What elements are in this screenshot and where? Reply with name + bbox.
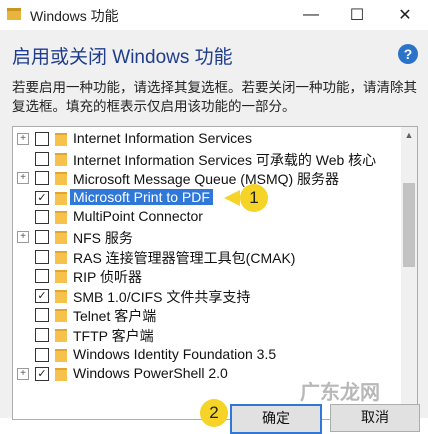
feature-row[interactable]: Internet Information Services 可承载的 Web 核… [13, 149, 401, 169]
window-title: Windows 功能 [30, 8, 119, 24]
feature-row[interactable]: MultiPoint Connector [13, 207, 401, 227]
folder-icon [55, 348, 67, 362]
feature-row[interactable]: ✓ Microsoft Print to PDF [13, 188, 401, 208]
folder-icon [55, 289, 67, 303]
feature-row[interactable]: + Internet Information Services [13, 129, 401, 149]
watermark: 广东龙网 [300, 382, 380, 404]
folder-icon [55, 172, 67, 186]
scrollbar[interactable]: ▲ ▼ [401, 127, 417, 419]
feature-row[interactable]: + Microsoft Message Queue (MSMQ) 服务器 [13, 168, 401, 188]
folder-icon [55, 231, 67, 244]
expand-icon[interactable]: + [17, 231, 29, 243]
folder-icon [55, 309, 67, 323]
title-bar: Windows 功能 — ☐ ✕ [0, 0, 428, 30]
callout-marker-2: 2 [200, 399, 228, 427]
folder-icon [55, 270, 67, 284]
feature-checkbox[interactable] [35, 132, 49, 146]
windows-features-icon [7, 8, 21, 20]
feature-checkbox[interactable]: ✓ [35, 190, 49, 205]
feature-row[interactable]: Windows Identity Foundation 3.5 [13, 345, 401, 365]
expand-icon[interactable]: + [17, 172, 29, 185]
feature-checkbox[interactable] [35, 249, 49, 264]
feature-checkbox[interactable] [35, 328, 49, 342]
folder-icon [55, 329, 67, 342]
feature-label: RAS 连接管理器管理工具包(CMAK) [73, 249, 296, 266]
feature-label: Internet Information Services [73, 130, 252, 146]
expand-icon[interactable]: + [17, 133, 29, 145]
dialog-body: 启用或关闭 Windows 功能 ? 若要启用一种功能，请选择其复选框。若要关闭… [0, 30, 428, 420]
feature-row[interactable]: ✓ SMB 1.0/CIFS 文件共享支持 [13, 286, 401, 306]
feature-label: RIP 侦听器 [73, 269, 142, 286]
feature-checkbox[interactable] [35, 347, 49, 362]
feature-checkbox[interactable] [35, 210, 49, 225]
cancel-button[interactable]: 取消 [330, 404, 420, 432]
feature-checkbox[interactable] [35, 269, 49, 284]
feature-label: Internet Information Services 可承载的 Web 核… [73, 151, 377, 168]
feature-label: Windows PowerShell 2.0 [73, 365, 228, 382]
callout-arrow [224, 190, 240, 206]
feature-row[interactable]: TFTP 客户端 [13, 325, 401, 345]
page-title: 启用或关闭 Windows 功能 [12, 47, 233, 68]
folder-icon [55, 191, 67, 205]
feature-row[interactable]: Telnet 客户端 [13, 305, 401, 325]
callout-marker-1: 1 [240, 184, 268, 212]
folder-icon [55, 152, 67, 166]
feature-checkbox[interactable]: ✓ [35, 288, 49, 303]
folder-icon [55, 211, 67, 225]
feature-checkbox[interactable] [35, 151, 49, 166]
description-text: 若要启用一种功能，请选择其复选框。若要关闭一种功能，请清除其复选框。填充的框表示… [12, 80, 417, 114]
folder-icon [55, 368, 67, 382]
feature-label: TFTP 客户端 [73, 328, 154, 344]
close-button[interactable]: ✕ [382, 0, 428, 30]
feature-row[interactable]: RIP 侦听器 [13, 266, 401, 286]
feature-label: SMB 1.0/CIFS 文件共享支持 [73, 288, 251, 305]
feature-label: Windows Identity Foundation 3.5 [73, 345, 277, 362]
scroll-up-icon[interactable]: ▲ [401, 127, 417, 143]
feature-checkbox[interactable] [35, 171, 49, 186]
maximize-button[interactable]: ☐ [334, 0, 380, 30]
feature-label: MultiPoint Connector [73, 208, 203, 225]
expand-icon[interactable]: + [17, 368, 29, 381]
feature-label: Telnet 客户端 [73, 308, 157, 325]
minimize-button[interactable]: — [288, 0, 334, 30]
feature-checkbox[interactable]: ✓ [35, 367, 49, 382]
feature-label: NFS 服务 [73, 230, 133, 246]
help-icon[interactable]: ? [398, 44, 418, 64]
folder-icon [55, 133, 67, 146]
feature-row[interactable]: + NFS 服务 [13, 227, 401, 247]
folder-icon [55, 250, 67, 264]
feature-checkbox[interactable] [35, 230, 49, 244]
feature-label: Microsoft Print to PDF [70, 188, 213, 205]
scroll-thumb[interactable] [403, 183, 415, 267]
feature-checkbox[interactable] [35, 308, 49, 323]
feature-row[interactable]: RAS 连接管理器管理工具包(CMAK) [13, 247, 401, 267]
ok-button[interactable]: 确定 [230, 404, 322, 434]
feature-label: Microsoft Message Queue (MSMQ) 服务器 [73, 171, 340, 188]
